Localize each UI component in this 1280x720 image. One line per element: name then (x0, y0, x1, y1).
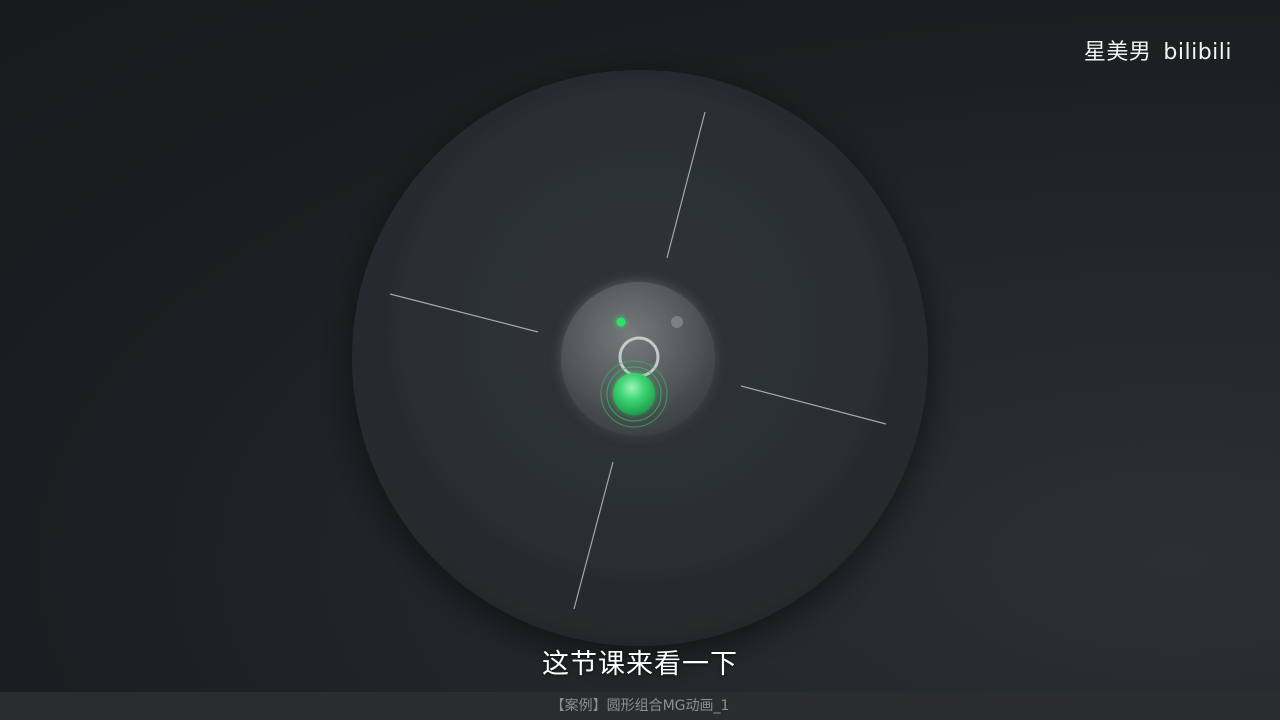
watermark-author: 星美男 (1083, 40, 1152, 65)
watermark: 星美男 bilibili (1084, 34, 1232, 66)
orb-highlight-dot (671, 316, 683, 328)
watermark-site: bilibili (1163, 40, 1232, 65)
subtitle-caption: 这节课来看一下 (542, 649, 738, 680)
video-title: 【案例】圆形组合MG动画_1 (550, 698, 730, 714)
mg-animation-scene (352, 70, 928, 646)
title-bar: 【案例】圆形组合MG动画_1 (0, 692, 1280, 720)
green-core (613, 373, 655, 415)
video-frame: 星美男 bilibili 这节课来看一下 【案例】圆形组合MG动画_1 (0, 0, 1280, 720)
green-dot (616, 317, 626, 327)
